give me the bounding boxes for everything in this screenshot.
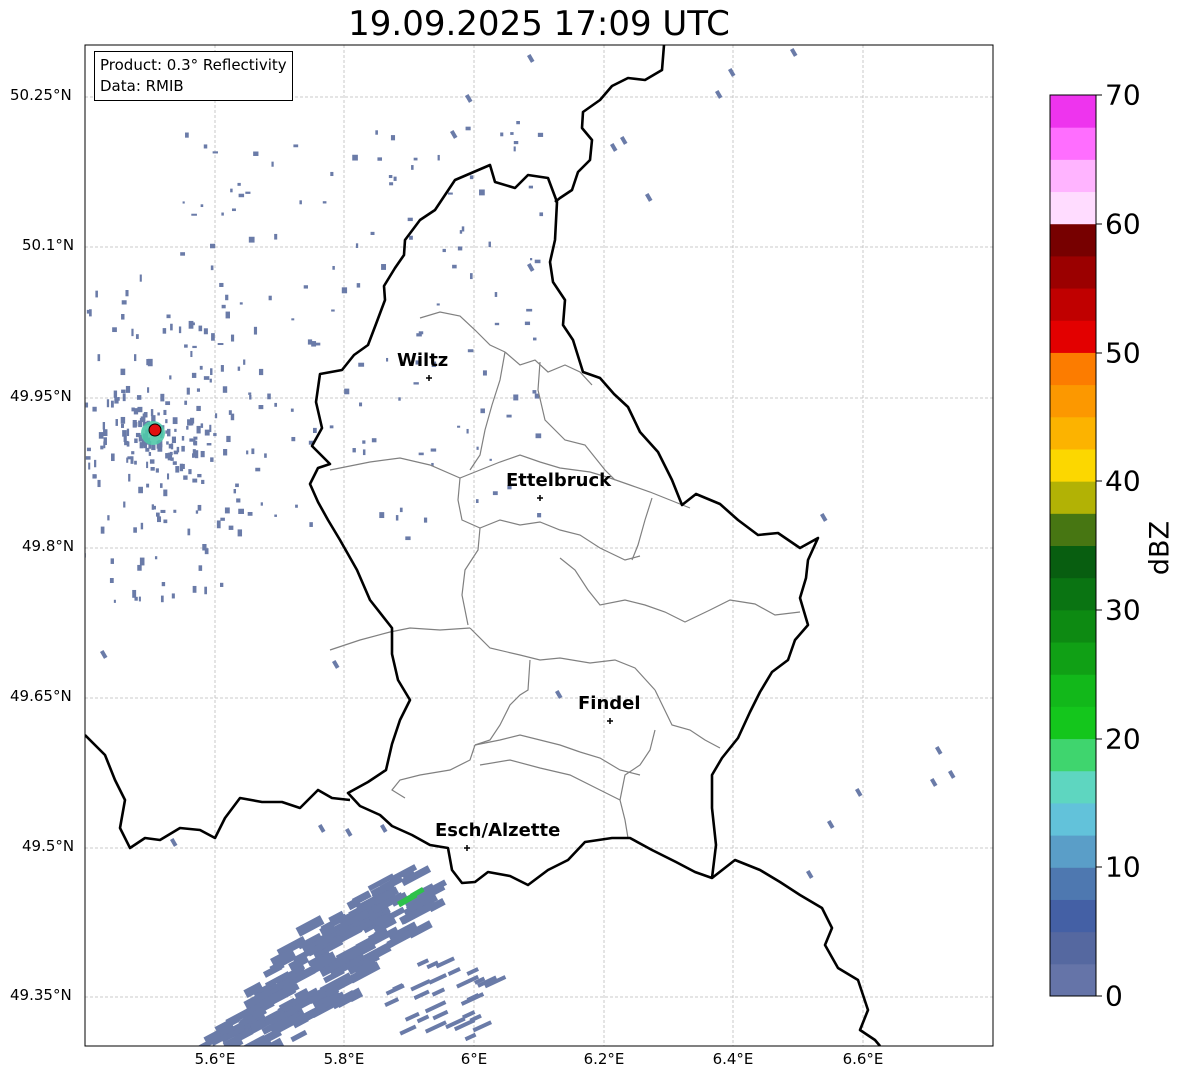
product-label: Product: 0.3° Reflectivity (100, 56, 287, 74)
lon-label: 6.2°E (583, 1050, 625, 1068)
data-source-label: Data: RMIB (100, 77, 184, 95)
colorbar-tick-marks (1096, 94, 1102, 997)
city-label-findel: Findel (578, 693, 641, 714)
colorbar-segment (1050, 320, 1096, 353)
city-label-ettelbruck: Ettelbruck (506, 470, 612, 491)
lat-label: 49.8°N (22, 537, 75, 555)
colorbar-segment (1050, 802, 1096, 836)
lon-label: 6.4°E (712, 1050, 754, 1068)
product-info-box: Product: 0.3° Reflectivity Data: RMIB (94, 51, 293, 101)
colorbar-segment (1050, 674, 1096, 707)
colorbar (1050, 95, 1096, 997)
colorbar-tick-label: 40 (1105, 464, 1141, 498)
colorbar-segment (1050, 545, 1096, 579)
colorbar-tick-label: 60 (1105, 207, 1141, 241)
colorbar-segment (1050, 95, 1096, 128)
colorbar-segment (1050, 706, 1096, 740)
lat-label: 49.95°N (10, 387, 72, 405)
colorbar-segment (1050, 191, 1096, 225)
map-frame-background (85, 45, 993, 1046)
colorbar-tick-label: 70 (1105, 78, 1141, 112)
colorbar-tick-label: 0 (1105, 979, 1123, 1013)
radar-map-canvas (84, 44, 1102, 1047)
colorbar-segment (1050, 835, 1096, 868)
city-label-esch: Esch/Alzette (435, 820, 561, 841)
colorbar-tick-label: 30 (1105, 593, 1141, 627)
colorbar-segment (1050, 770, 1096, 804)
colorbar-tick-label: 20 (1105, 722, 1141, 756)
lat-label: 49.35°N (10, 986, 72, 1004)
colorbar-label: dBZ (1144, 520, 1176, 576)
colorbar-segment (1050, 738, 1096, 772)
colorbar-segment (1050, 899, 1096, 933)
lat-label: 49.5°N (22, 837, 75, 855)
lon-label: 5.8°E (323, 1050, 365, 1068)
colorbar-segment (1050, 384, 1096, 418)
lat-label: 50.1°N (22, 236, 75, 254)
colorbar-segment (1050, 448, 1096, 482)
radar-site-marker (141, 421, 165, 445)
colorbar-tick-label: 10 (1105, 850, 1141, 884)
city-label-wiltz: Wiltz (397, 350, 449, 371)
colorbar-segment (1050, 255, 1096, 289)
colorbar-segment (1050, 127, 1096, 160)
colorbar-segment (1050, 352, 1096, 386)
colorbar-segment (1050, 931, 1096, 965)
colorbar-segment (1050, 416, 1096, 450)
lat-label: 49.65°N (10, 687, 72, 705)
colorbar-segment (1050, 963, 1096, 997)
lat-label: 50.25°N (10, 86, 72, 104)
colorbar-segment (1050, 513, 1096, 546)
colorbar-segment (1050, 867, 1096, 900)
colorbar-segment (1050, 609, 1096, 643)
colorbar-segment (1050, 223, 1096, 257)
colorbar-segment (1050, 642, 1096, 675)
colorbar-segment (1050, 481, 1096, 514)
colorbar-segment (1050, 288, 1096, 321)
colorbar-segment (1050, 577, 1096, 611)
lon-label: 5.6°E (194, 1050, 236, 1068)
colorbar-segment (1050, 159, 1096, 193)
lon-label: 6°E (460, 1050, 488, 1068)
colorbar-tick-label: 50 (1105, 336, 1141, 370)
lon-label: 6.6°E (842, 1050, 884, 1068)
